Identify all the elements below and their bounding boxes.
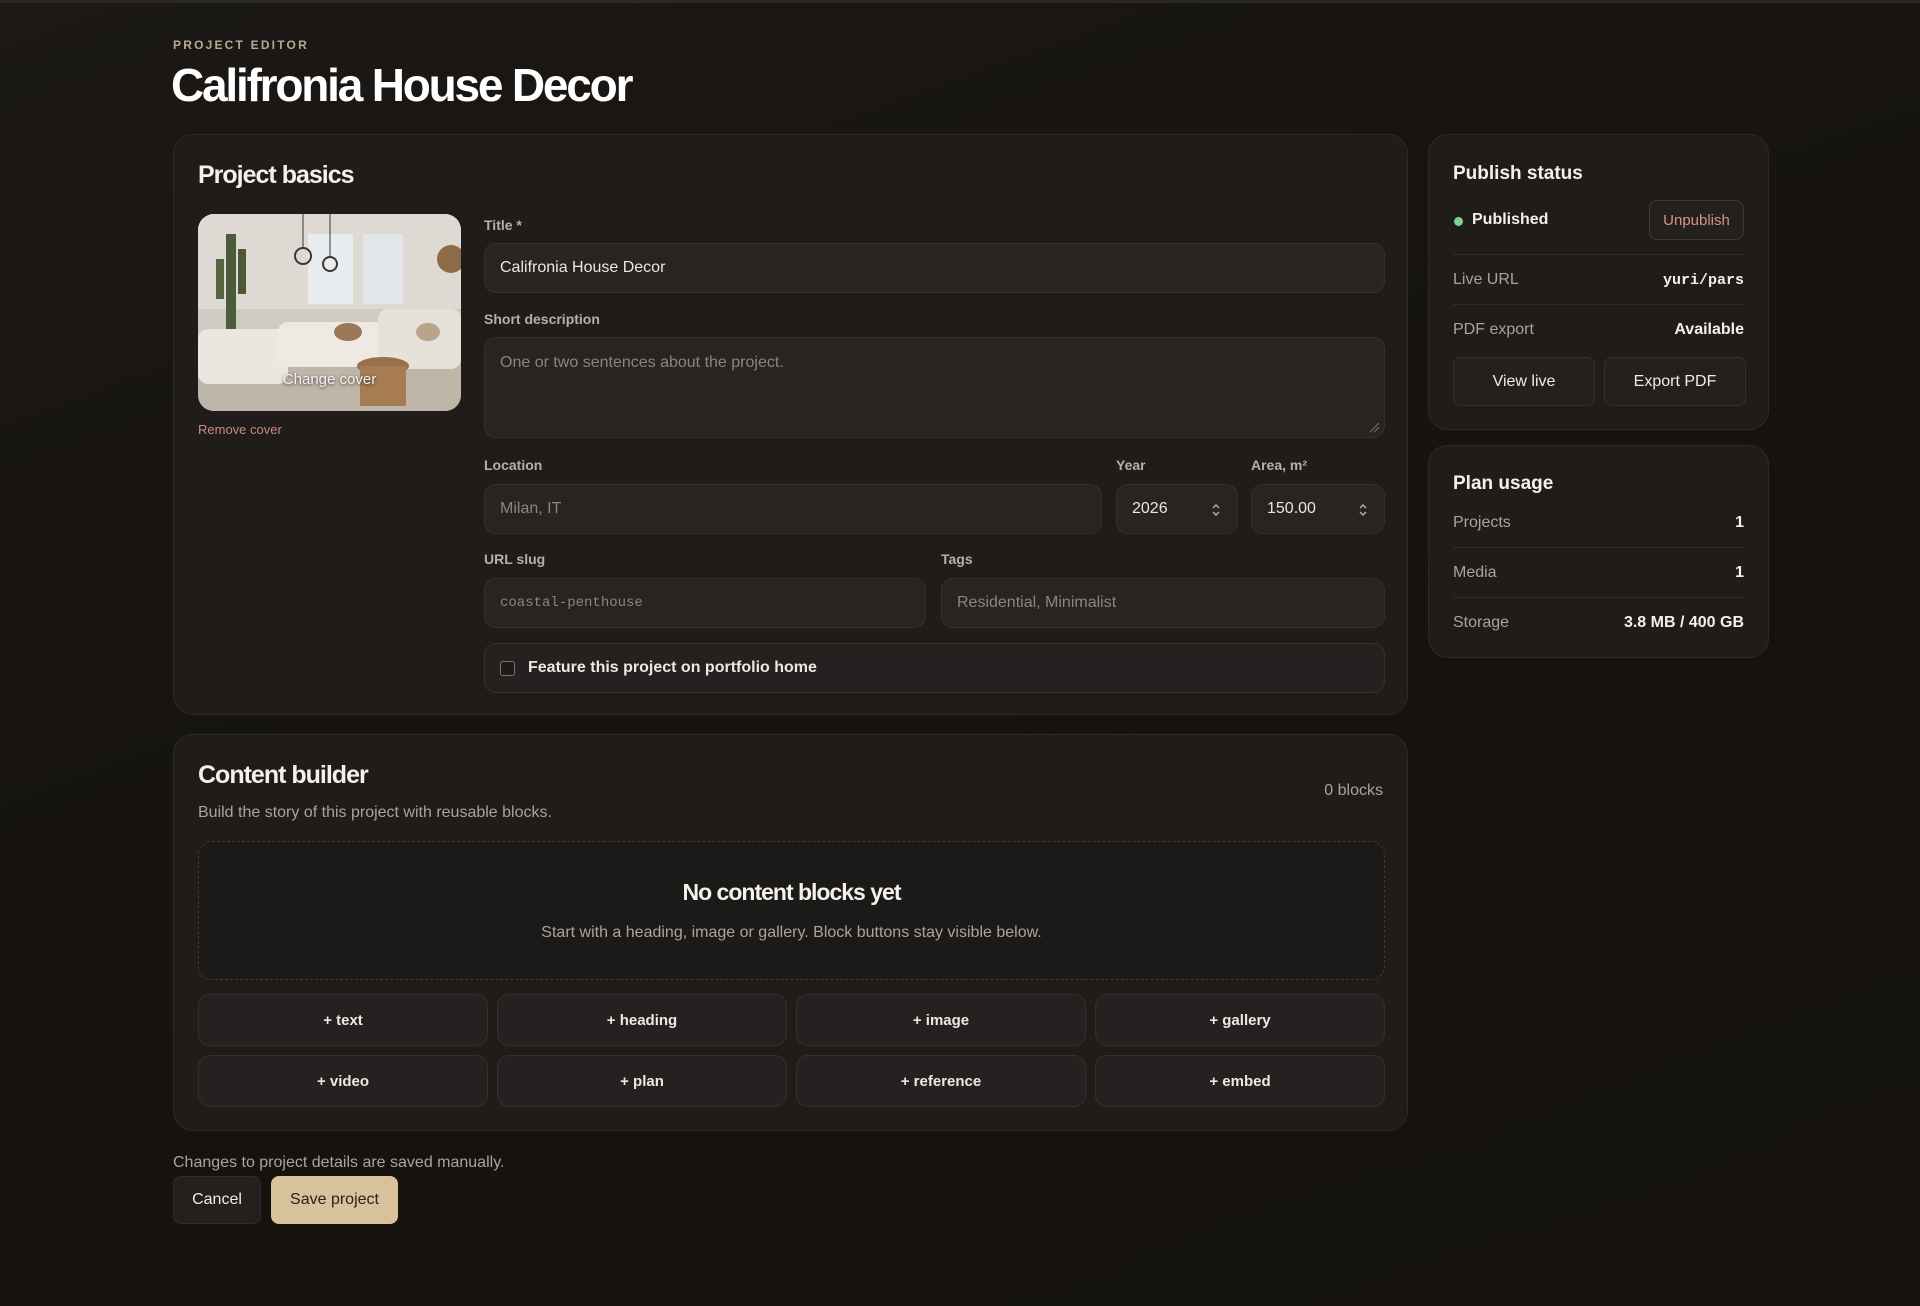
feature-toggle-row[interactable]: Feature this project on portfolio home xyxy=(484,643,1385,693)
content-builder-subtitle: Build the story of this project with reu… xyxy=(198,804,552,821)
add-gallery-block-button[interactable]: + gallery xyxy=(1095,994,1385,1046)
media-value: 1 xyxy=(1735,564,1744,581)
save-project-button[interactable]: Save project xyxy=(271,1176,398,1224)
pdf-export-label: PDF export xyxy=(1453,321,1534,338)
add-video-block-button[interactable]: + video xyxy=(198,1055,488,1107)
resize-handle-icon[interactable] xyxy=(1368,421,1380,433)
area-input[interactable]: 150.00 xyxy=(1251,484,1385,534)
slug-input[interactable]: coastal-penthouse xyxy=(484,578,926,628)
storage-value: 3.8 MB / 400 GB xyxy=(1623,614,1744,631)
feature-label: Feature this project on portfolio home xyxy=(528,659,817,676)
year-input[interactable]: 2026 xyxy=(1116,484,1238,534)
view-live-button[interactable]: View live xyxy=(1453,357,1595,406)
add-heading-block-button[interactable]: + heading xyxy=(497,994,787,1046)
slug-label: URL slug xyxy=(484,551,546,567)
year-stepper-icon[interactable] xyxy=(1211,500,1221,520)
area-label: Area, m² xyxy=(1251,457,1308,473)
area-value: 150.00 xyxy=(1267,500,1316,517)
publish-status-card: Publish status Published Unpublish Live … xyxy=(1428,134,1769,430)
remove-cover-link[interactable]: Remove cover xyxy=(198,422,282,437)
cancel-button[interactable]: Cancel xyxy=(173,1176,261,1224)
change-cover-label[interactable]: Change cover xyxy=(198,371,461,388)
title-label: Title * xyxy=(484,217,522,233)
publish-status-value: Published xyxy=(1472,211,1549,228)
divider xyxy=(1453,254,1746,255)
tags-input[interactable]: Residential, Minimalist xyxy=(941,578,1385,628)
empty-state: No content blocks yet Start with a headi… xyxy=(198,841,1385,980)
area-stepper-icon[interactable] xyxy=(1358,500,1368,520)
divider xyxy=(1453,547,1746,548)
cover-image[interactable]: Change cover xyxy=(198,214,461,411)
location-label: Location xyxy=(484,457,543,473)
pdf-export-value: Available xyxy=(1674,321,1744,338)
block-count: 0 blocks xyxy=(1324,782,1383,799)
tags-label: Tags xyxy=(941,551,973,567)
plan-usage-heading: Plan usage xyxy=(1453,473,1554,494)
export-pdf-button[interactable]: Export PDF xyxy=(1604,357,1746,406)
description-label: Short description xyxy=(484,311,600,327)
project-basics-heading: Project basics xyxy=(198,161,355,189)
add-image-block-button[interactable]: + image xyxy=(796,994,1086,1046)
page-eyebrow: PROJECT EDITOR xyxy=(173,38,309,52)
plan-usage-card: Plan usage Projects 1 Media 1 Storage 3.… xyxy=(1428,445,1769,658)
add-embed-block-button[interactable]: + embed xyxy=(1095,1055,1385,1107)
feature-checkbox[interactable] xyxy=(500,660,515,676)
empty-state-subtitle: Start with a heading, image or gallery. … xyxy=(541,924,1042,941)
divider xyxy=(1453,597,1746,598)
status-dot-icon xyxy=(1454,217,1463,226)
description-textarea[interactable]: One or two sentences about the project. xyxy=(484,337,1385,438)
add-plan-block-button[interactable]: + plan xyxy=(497,1055,787,1107)
location-input[interactable]: Milan, IT xyxy=(484,484,1102,534)
unpublish-button[interactable]: Unpublish xyxy=(1649,200,1744,240)
save-note: Changes to project details are saved man… xyxy=(173,1154,505,1171)
live-url-label: Live URL xyxy=(1453,271,1519,288)
year-label: Year xyxy=(1116,457,1146,473)
year-value: 2026 xyxy=(1132,500,1168,517)
content-builder-heading: Content builder xyxy=(198,761,369,789)
live-url-value: yuri/pars xyxy=(1662,272,1744,289)
storage-label: Storage xyxy=(1453,614,1510,631)
publish-status-heading: Publish status xyxy=(1453,163,1583,184)
divider xyxy=(1453,304,1746,305)
projects-label: Projects xyxy=(1453,514,1511,531)
title-input[interactable]: Califronia House Decor xyxy=(484,243,1385,293)
empty-state-title: No content blocks yet xyxy=(682,879,902,905)
media-label: Media xyxy=(1453,564,1497,581)
page-title: Califronia House Decor xyxy=(171,59,633,111)
add-text-block-button[interactable]: + text xyxy=(198,994,488,1046)
top-border xyxy=(0,0,1920,3)
description-placeholder: One or two sentences about the project. xyxy=(500,354,784,371)
add-reference-block-button[interactable]: + reference xyxy=(796,1055,1086,1107)
content-builder-card: Content builder Build the story of this … xyxy=(173,734,1408,1131)
project-basics-card: Project basics Change cover Remove cover… xyxy=(173,134,1408,715)
projects-value: 1 xyxy=(1735,514,1744,531)
